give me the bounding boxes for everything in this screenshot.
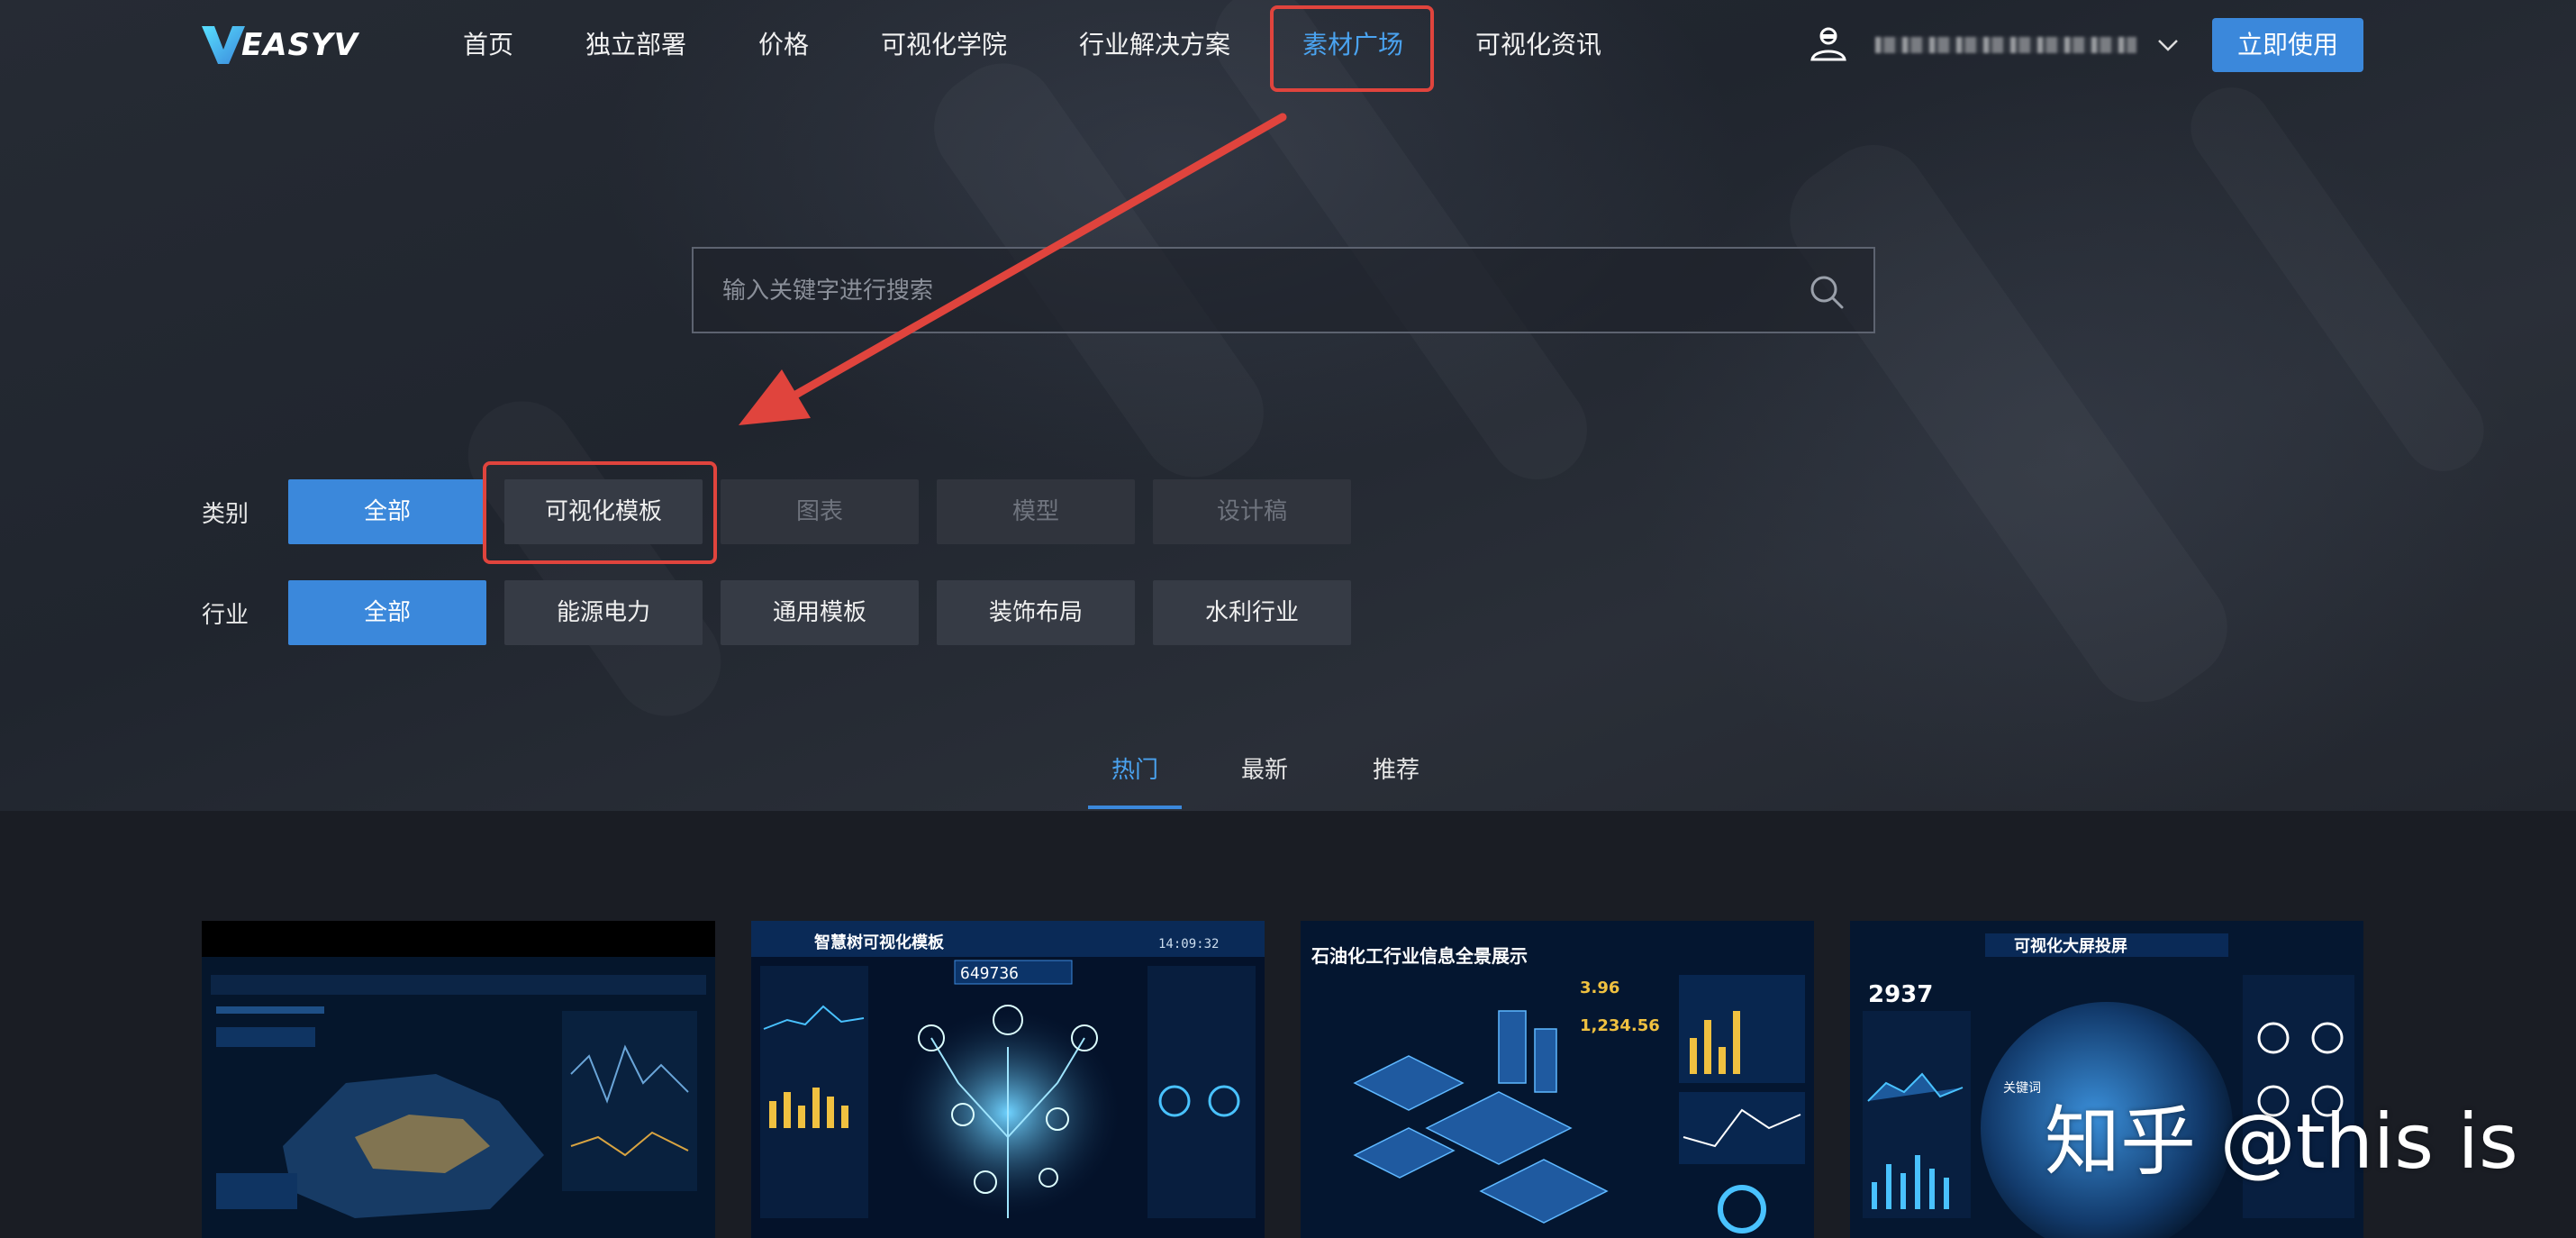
template-title: 石油化工行业信息全景展示 [1311,945,1528,967]
category-filter-label: 类别 [202,501,249,528]
industry-option-decoration[interactable]: 装饰布局 [937,580,1135,645]
user-menu[interactable] [1809,23,2180,67]
annotation-highlight-nav [1270,5,1434,92]
nav-item-pricing[interactable]: 价格 [758,25,809,65]
template-card[interactable]: 智慧树可视化模板 14:09:32 649736 [751,921,1265,1238]
category-option-model[interactable]: 模型 [937,479,1135,544]
username-redacted [1875,37,2136,53]
nav-item-solutions[interactable]: 行业解决方案 [1079,25,1230,65]
template-thumbnail: 石油化工行业信息全景展示 3.96 1,234.56 [1301,921,1814,1238]
search-box[interactable] [692,247,1875,333]
template-kpi: 3.96 [1580,979,1619,997]
tab-hot[interactable]: 热门 [1111,751,1158,785]
nav-item-academy[interactable]: 可视化学院 [881,25,1007,65]
annotation-highlight-category [483,461,717,564]
category-option-all[interactable]: 全部 [288,479,486,544]
category-option-chart[interactable]: 图表 [721,479,919,544]
tab-latest[interactable]: 最新 [1241,751,1288,785]
template-title: 智慧树可视化模板 [814,933,945,952]
template-thumbnail [202,921,715,1238]
industry-option-all[interactable]: 全部 [288,580,486,645]
template-time: 14:09:32 [1158,937,1219,951]
industry-filter-label: 行业 [202,602,249,629]
template-card[interactable]: 可视化大屏投屏 2937 关键词 [1850,921,2363,1238]
template-counter: 649736 [960,964,1019,983]
logo-v-icon [202,26,245,64]
active-tab-indicator [1088,806,1182,809]
template-kpi: 2937 [1868,981,1933,1008]
template-thumbnail: 智慧树可视化模板 14:09:32 649736 [751,921,1265,1238]
tab-recommended[interactable]: 推荐 [1373,751,1420,785]
industry-option-water[interactable]: 水利行业 [1153,580,1351,645]
search-icon[interactable] [1809,274,1845,310]
template-kpi: 1,234.56 [1580,1016,1660,1035]
nav-item-private-deploy[interactable]: 独立部署 [585,25,686,65]
nav-item-news[interactable]: 可视化资讯 [1475,25,1601,65]
industry-option-energy[interactable]: 能源电力 [504,580,703,645]
start-using-button[interactable]: 立即使用 [2212,18,2363,72]
search-input[interactable] [722,269,1758,314]
template-card[interactable] [202,921,715,1238]
chevron-down-icon[interactable] [2156,33,2180,57]
logo-wordmark: EASYV [241,27,358,63]
template-thumbnail: 可视化大屏投屏 2937 关键词 [1850,921,2363,1238]
watermark: 知乎 @this is [2045,1097,2518,1186]
template-title: 可视化大屏投屏 [2014,936,2127,956]
nav-item-home[interactable]: 首页 [463,25,513,65]
hero-background [0,0,2576,811]
user-avatar-icon [1810,27,1846,61]
category-option-design[interactable]: 设计稿 [1153,479,1351,544]
template-card[interactable]: 石油化工行业信息全景展示 3.96 1,234.56 [1301,921,1814,1238]
template-globe-label: 关键词 [2003,1081,2041,1096]
brand-logo[interactable]: EASYV [200,20,371,70]
industry-option-general[interactable]: 通用模板 [721,580,919,645]
